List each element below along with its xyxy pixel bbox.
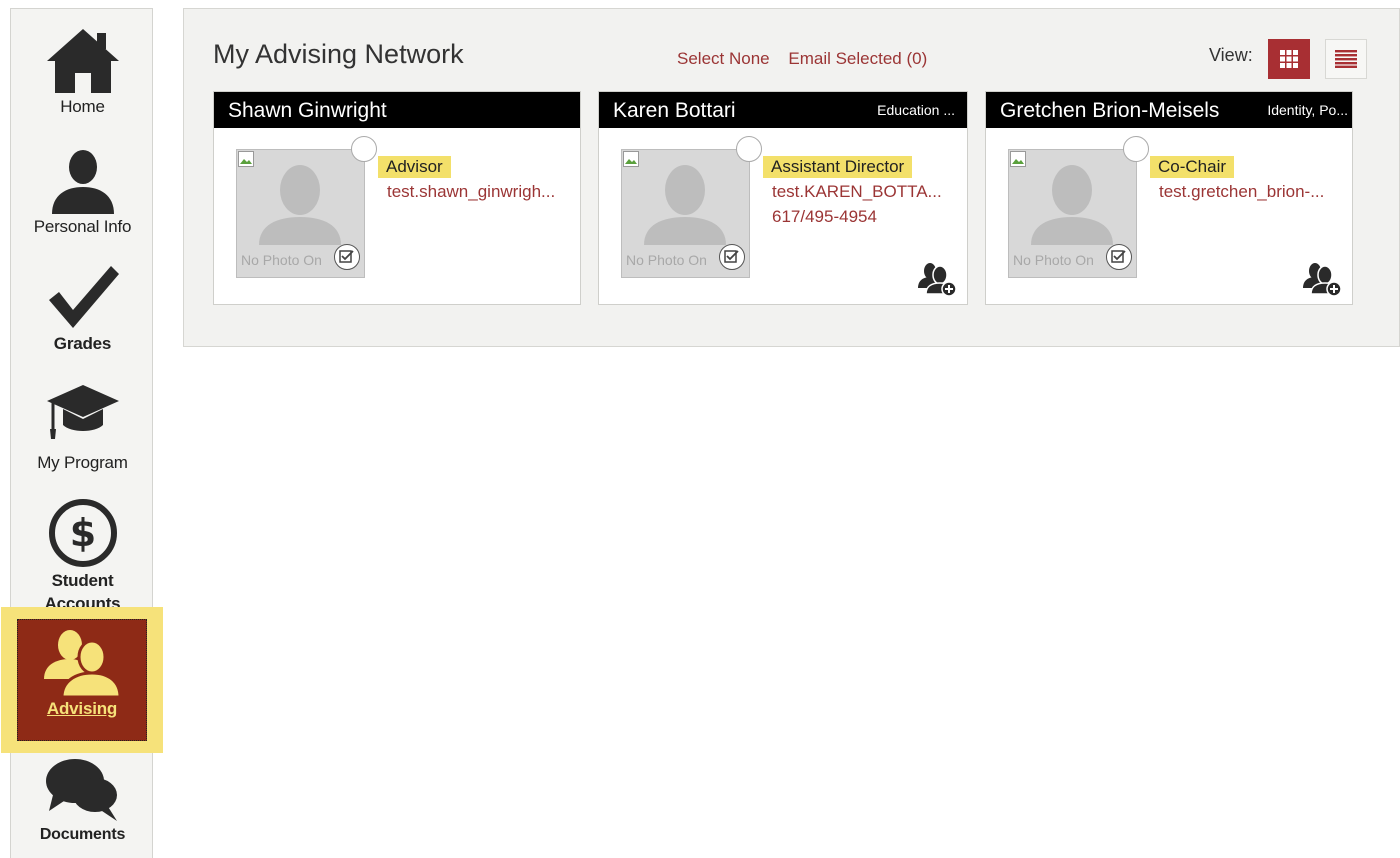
edit-photo-button[interactable] [719,244,745,270]
no-photo-text: No Photo On [1013,252,1094,268]
sidebar-item-label: Advising [46,699,118,718]
sidebar-item-label: Documents [39,826,126,843]
advisor-email-link[interactable]: test.gretchen_brion-... [1159,182,1324,202]
sidebar-nav: Home Personal Info Grades My Program $ S… [1,8,163,858]
card-header: Karen Bottari Education ... [599,92,967,128]
selection-links: Select None Email Selected (0) [677,49,941,69]
edit-photo-button[interactable] [334,244,360,270]
select-checkbox[interactable] [736,136,762,162]
add-to-group-icon[interactable] [1302,262,1342,296]
advisor-role: Co-Chair [1150,156,1235,178]
email-selected-link[interactable]: Email Selected (0) [788,49,927,68]
advisor-role: Advisor [378,156,451,178]
no-photo-text: No Photo On [241,252,322,268]
sidebar-item-advising[interactable]: Advising [1,607,163,753]
advising-network-panel: My Advising Network Select None Email Se… [183,8,1400,347]
advisor-card: Karen Bottari Education ... No Photo On … [598,91,968,305]
advisor-name: Shawn Ginwright [228,99,387,122]
advisor-card: Gretchen Brion-Meisels Identity, Po... N… [985,91,1353,305]
house-icon [46,29,119,93]
checkbox-edit-icon [339,250,354,263]
sidebar-item-label: Home [60,97,105,116]
no-photo-text: No Photo On [626,252,707,268]
add-to-group-icon[interactable] [917,262,957,296]
select-none-link[interactable]: Select None [677,49,770,68]
advisor-role: Assistant Director [763,156,913,178]
page-title: My Advising Network [213,39,464,69]
sidebar-item-label: Grades [53,334,112,353]
sidebar-item-label: Personal Info [33,217,132,236]
advisor-email-link[interactable]: test.KAREN_BOTTA... [772,182,942,202]
checkbox-edit-icon [724,250,739,263]
dollar-icon: $ [48,499,117,567]
advisor-department: Education ... [877,102,955,118]
active-nav-highlight: Advising [17,619,147,741]
sidebar-item-grades[interactable]: Grades [11,262,154,355]
graduation-cap-icon [46,385,119,439]
sidebar-item-home[interactable]: Home [11,27,154,118]
advisor-department: Identity, Po... [1267,102,1348,118]
grid-icon [1280,50,1298,68]
sidebar-item-personal-info[interactable]: Personal Info [11,149,154,238]
sidebar-item-my-program[interactable]: My Program [11,381,154,474]
grid-view-button[interactable] [1268,39,1310,79]
svg-text:$: $ [69,511,95,555]
sidebar-item-student-accounts[interactable]: $ Student Accounts [11,497,154,615]
advisor-phone: 617/495-4954 [772,207,877,226]
list-icon [1335,50,1357,68]
select-checkbox[interactable] [1123,136,1149,162]
select-checkbox[interactable] [351,136,377,162]
people-icon [44,630,122,697]
checkmark-icon [48,266,119,328]
sidebar-item-label: My Program [37,453,128,472]
advisor-name: Karen Bottari [613,99,736,122]
card-header: Gretchen Brion-Meisels Identity, Po... [986,92,1352,128]
edit-photo-button[interactable] [1106,244,1132,270]
advisor-email-link[interactable]: test.shawn_ginwrigh... [387,182,555,202]
chat-bubbles-icon [45,759,117,821]
advisor-card: Shawn Ginwright No Photo On Advisor test… [213,91,581,305]
list-view-button[interactable] [1325,39,1367,79]
checkbox-edit-icon [1111,250,1126,263]
sidebar-item-documents[interactable]: Documents [11,757,154,846]
advisor-name: Gretchen Brion-Meisels [1000,99,1220,122]
view-label: View: [1209,45,1253,65]
person-icon [51,150,114,214]
card-header: Shawn Ginwright [214,92,580,128]
